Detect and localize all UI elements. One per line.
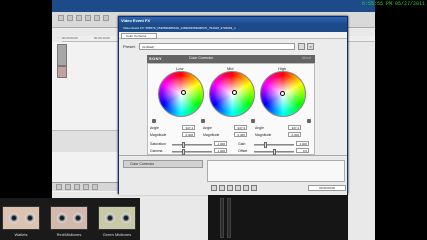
gain-label: Gain <box>238 142 246 146</box>
saturation-label: Saturation <box>150 142 166 146</box>
gain-slider[interactable] <box>254 142 294 148</box>
magnitude-label: Magnitude <box>255 133 272 137</box>
preset-label: Red/Midtones <box>56 232 82 237</box>
plugin-name: Color Corrector <box>189 56 213 60</box>
audio-meter <box>220 198 224 238</box>
add-keyframe-button[interactable] <box>227 185 233 191</box>
preset-thumbnail[interactable] <box>50 206 88 230</box>
magnitude-label: Magnitude <box>150 133 167 137</box>
preset-label: Green Midtones <box>102 232 132 237</box>
wheel-handle[interactable] <box>232 90 237 95</box>
dock-tab[interactable] <box>56 184 62 190</box>
last-keyframe-button[interactable] <box>243 185 249 191</box>
eye-image <box>121 213 131 223</box>
toolbar-button[interactable] <box>76 15 82 21</box>
dock-tab[interactable] <box>83 184 89 190</box>
offset-slider[interactable] <box>254 149 294 155</box>
wheel-handle[interactable] <box>280 91 285 96</box>
audio-meter <box>227 198 231 238</box>
eye-image <box>73 213 83 223</box>
toolbar-button[interactable] <box>67 15 73 21</box>
gamma-label: Gamma <box>150 149 163 153</box>
toolbar-button[interactable] <box>85 15 91 21</box>
slider-handle[interactable] <box>182 142 185 148</box>
preset-label: Preset: <box>123 44 136 49</box>
eyedropper-icon[interactable] <box>201 119 205 123</box>
offset-label: Offset <box>238 149 248 153</box>
gain-value[interactable]: 1.000 <box>296 141 309 146</box>
first-keyframe-button[interactable] <box>211 185 217 191</box>
low-angle-field[interactable]: 347.1 <box>182 125 195 130</box>
eyedropper-icon[interactable] <box>251 119 255 123</box>
gamma-slider[interactable] <box>172 149 212 155</box>
keyframe-timeline[interactable] <box>207 160 345 182</box>
toolbar-button[interactable] <box>94 15 100 21</box>
saturation-value[interactable]: 1.000 <box>214 141 227 146</box>
sony-logo: SONY <box>149 56 162 61</box>
video-fx-presets-panel: Wallets Red/Midtones Green Midtones <box>0 198 140 240</box>
delete-preset-button[interactable]: × <box>307 43 314 50</box>
prev-keyframe-button[interactable] <box>219 185 225 191</box>
fx-timecode: 00:00:00;00 <box>308 185 346 191</box>
saturation-slider[interactable] <box>172 142 212 148</box>
eyedropper-icon[interactable] <box>152 119 156 123</box>
eye-image <box>25 213 35 223</box>
dialog-subtitle: Video Event FX: 565579_1530596665109_146… <box>119 24 347 32</box>
high-angle-field[interactable]: 347.1 <box>288 125 301 130</box>
ruler-label: 00:00:10;00 <box>94 36 110 40</box>
sync-cursor-button[interactable] <box>251 185 257 191</box>
fx-tabstrip: Color Corrector <box>119 32 347 39</box>
next-keyframe-button[interactable] <box>235 185 241 191</box>
eyedropper-icon[interactable] <box>307 119 311 123</box>
tab-color-corrector[interactable]: Color Corrector <box>121 33 157 39</box>
dock-tab[interactable] <box>65 184 71 190</box>
video-clip-thumbnail[interactable] <box>57 66 67 78</box>
dock-tab[interactable] <box>74 184 80 190</box>
toolbar-button[interactable] <box>103 15 109 21</box>
eye-image <box>9 213 19 223</box>
preset-thumbnail[interactable] <box>2 206 40 230</box>
clock-overlay: 6:55:55 PM 05/27/2011 <box>361 1 425 7</box>
angle-label: Angle <box>255 126 264 130</box>
ruler-label: 00:00:00;00 <box>62 36 78 40</box>
toolbar-button[interactable] <box>58 15 64 21</box>
high-color-wheel[interactable] <box>260 71 306 117</box>
editor-title-bar <box>52 0 375 12</box>
preset-label: Wallets <box>14 232 28 237</box>
eye-image <box>105 213 115 223</box>
angle-label: Angle <box>203 126 212 130</box>
color-corrector-header: SONY Color Corrector About <box>147 55 315 63</box>
angle-label: Angle <box>150 126 159 130</box>
offset-value[interactable]: 0.0 <box>296 148 309 153</box>
video-clip-thumbnail[interactable] <box>57 44 67 66</box>
high-magnitude-field[interactable]: 0.300 <box>288 132 301 137</box>
magnitude-label: Magnitude <box>203 133 220 137</box>
wheel-handle[interactable] <box>181 90 186 95</box>
color-corrector-panel: Low Mid High Angle 347.1 Magnitude 0.300… <box>147 63 315 155</box>
gamma-value[interactable]: 1.000 <box>214 148 227 153</box>
about-link[interactable]: About <box>302 56 311 60</box>
low-color-wheel[interactable] <box>158 71 204 117</box>
mid-color-wheel[interactable] <box>209 71 255 117</box>
slider-handle[interactable] <box>264 142 267 148</box>
mid-angle-field[interactable]: 347.3 <box>234 125 247 130</box>
preset-dropdown[interactable]: (Untitled) <box>139 43 295 50</box>
video-event-fx-dialog: Video Event FX Video Event FX: 565579_15… <box>118 16 348 195</box>
save-preset-button[interactable] <box>298 43 305 50</box>
preset-thumbnail[interactable] <box>98 206 136 230</box>
low-magnitude-field[interactable]: 0.300 <box>182 132 195 137</box>
dock-tab[interactable] <box>92 184 98 190</box>
mid-magnitude-field[interactable]: 0.400 <box>234 132 247 137</box>
dialog-title-bar[interactable]: Video Event FX <box>119 17 347 24</box>
eye-image <box>57 213 67 223</box>
fx-chain-item[interactable]: Color Corrector <box>123 160 203 168</box>
